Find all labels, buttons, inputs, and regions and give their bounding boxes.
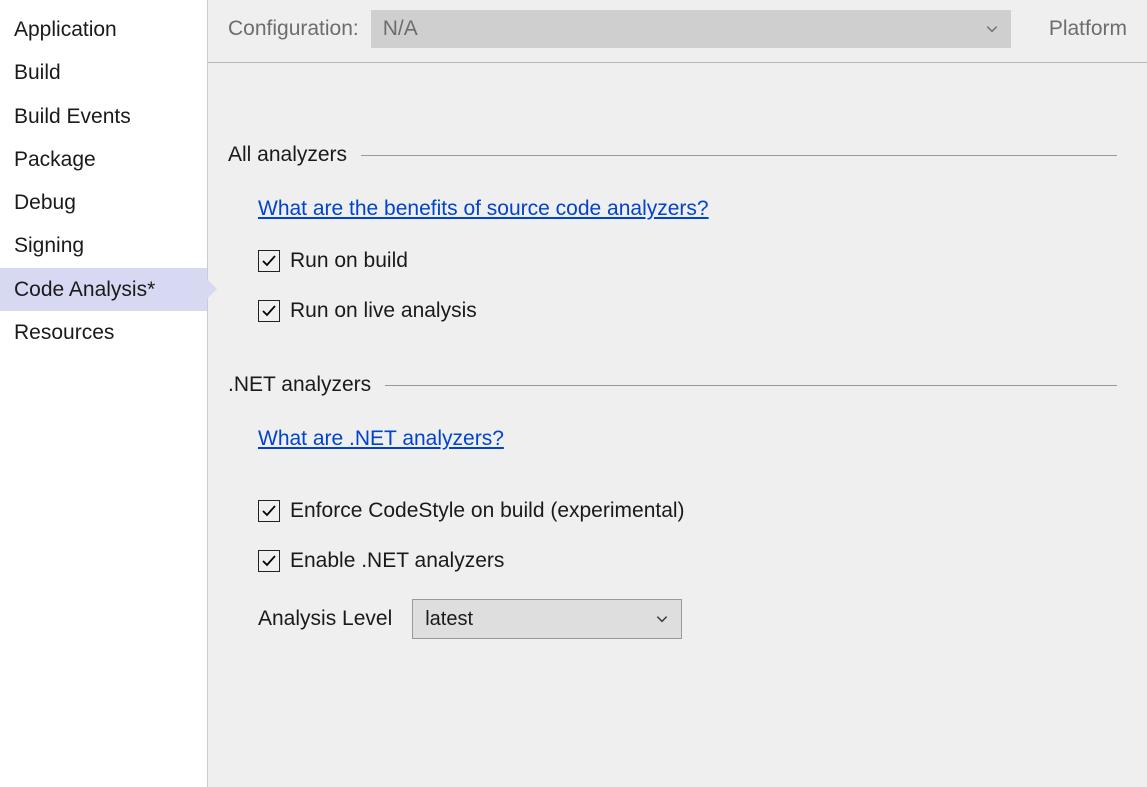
sidebar-item-build-events[interactable]: Build Events: [0, 95, 207, 138]
link-benefits-analyzers[interactable]: What are the benefits of source code ana…: [258, 197, 709, 221]
checkbox-label-run-on-live: Run on live analysis: [290, 299, 477, 323]
analysis-level-value: latest: [425, 608, 473, 631]
sidebar-item-debug[interactable]: Debug: [0, 181, 207, 224]
section-title-all-analyzers: All analyzers: [228, 143, 347, 167]
sidebar-item-signing[interactable]: Signing: [0, 224, 207, 267]
section-title-net-analyzers: .NET analyzers: [228, 373, 371, 397]
checkbox-row-enforce-codestyle: Enforce CodeStyle on build (experimental…: [258, 499, 1117, 523]
checkbox-label-run-on-build: Run on build: [290, 249, 408, 273]
checkbox-row-run-on-build: Run on build: [258, 249, 1117, 273]
sidebar-item-application[interactable]: Application: [0, 8, 207, 51]
analysis-level-label: Analysis Level: [258, 607, 392, 631]
checkbox-enforce-codestyle[interactable]: [258, 500, 280, 522]
sidebar: Application Build Build Events Package D…: [0, 0, 208, 787]
section-header-all-analyzers: All analyzers: [228, 143, 1117, 167]
configuration-value: N/A: [383, 17, 418, 41]
checkbox-row-enable-net-analyzers: Enable .NET analyzers: [258, 549, 1117, 573]
analysis-level-row: Analysis Level latest: [258, 599, 1117, 639]
checkbox-label-enable-net-analyzers: Enable .NET analyzers: [290, 549, 504, 573]
configuration-select[interactable]: N/A: [371, 10, 1011, 48]
checkbox-enable-net-analyzers[interactable]: [258, 550, 280, 572]
main-panel: Configuration: N/A Platform All analyzer…: [208, 0, 1147, 787]
checkbox-run-on-build[interactable]: [258, 250, 280, 272]
analysis-level-select[interactable]: latest: [412, 599, 682, 639]
sidebar-item-resources[interactable]: Resources: [0, 311, 207, 354]
check-icon: [261, 253, 277, 269]
platform-label: Platform: [1049, 17, 1127, 41]
section-divider: [385, 385, 1117, 386]
configuration-label: Configuration:: [228, 17, 359, 41]
checkbox-label-enforce-codestyle: Enforce CodeStyle on build (experimental…: [290, 499, 685, 523]
check-icon: [261, 503, 277, 519]
configuration-row: Configuration: N/A Platform: [208, 0, 1147, 63]
link-net-analyzers[interactable]: What are .NET analyzers?: [258, 427, 504, 451]
sidebar-item-code-analysis[interactable]: Code Analysis*: [0, 268, 207, 311]
sidebar-item-build[interactable]: Build: [0, 51, 207, 94]
chevron-down-icon: [655, 612, 669, 626]
spacer: [228, 479, 1117, 499]
check-icon: [261, 303, 277, 319]
section-divider: [361, 155, 1117, 156]
check-icon: [261, 553, 277, 569]
checkbox-row-run-on-live: Run on live analysis: [258, 299, 1117, 323]
checkbox-run-on-live[interactable]: [258, 300, 280, 322]
section-header-net-analyzers: .NET analyzers: [228, 373, 1117, 397]
content-area: All analyzers What are the benefits of s…: [208, 63, 1147, 669]
sidebar-item-package[interactable]: Package: [0, 138, 207, 181]
chevron-down-icon: [985, 22, 999, 36]
